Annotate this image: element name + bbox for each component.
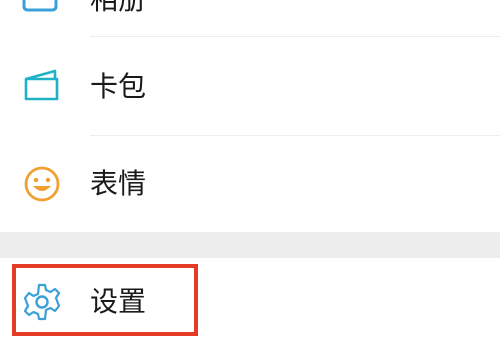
wallet-card-icon bbox=[24, 69, 59, 101]
menu-item-label: 卡包 bbox=[90, 70, 147, 103]
smiley-icon bbox=[24, 166, 60, 202]
section-divider bbox=[0, 232, 500, 258]
menu-item-label: 表情 bbox=[90, 167, 147, 200]
menu-item-cards[interactable]: 卡包 bbox=[0, 37, 500, 135]
highlight-box bbox=[12, 264, 198, 336]
menu-item-album[interactable]: 相册 bbox=[0, 0, 500, 36]
album-icon bbox=[22, 0, 58, 12]
menu-item-label: 相册 bbox=[90, 0, 146, 14]
menu-item-stickers[interactable]: 表情 bbox=[0, 136, 500, 232]
